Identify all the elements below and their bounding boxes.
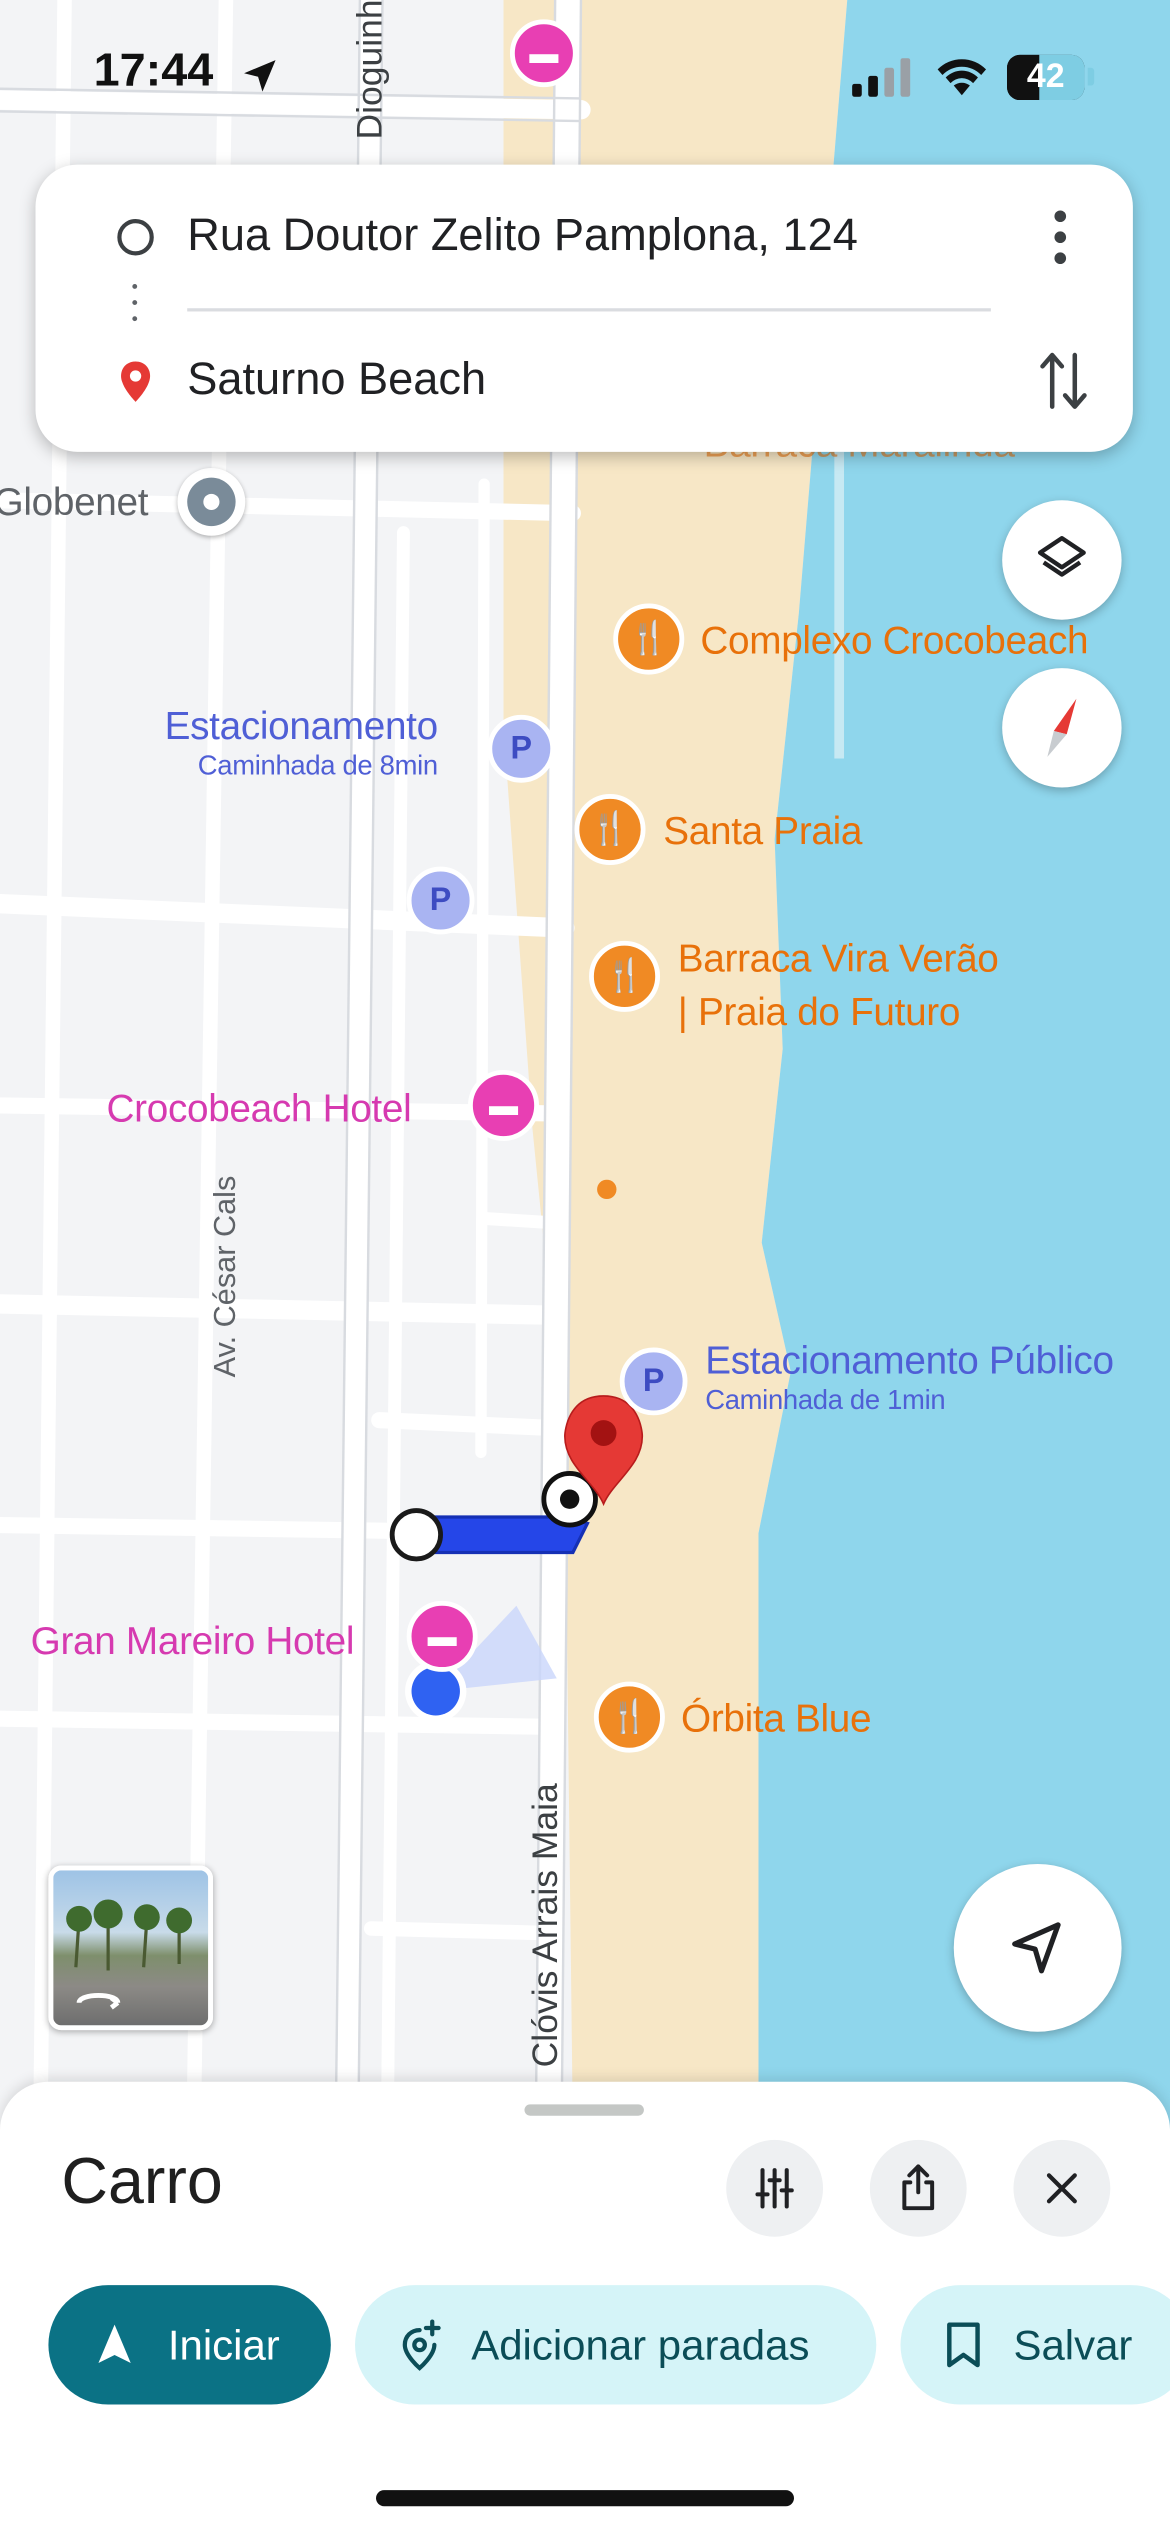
bookmark-icon xyxy=(947,2322,980,2368)
compass-button[interactable] xyxy=(1002,668,1122,788)
place-label-santa-praia[interactable]: Santa Praia xyxy=(663,810,862,855)
place-label-vira-verao[interactable]: Barraca Vira Verão | Praia do Futuro xyxy=(678,933,999,1040)
place-label-estacionamento[interactable]: Estacionamento Caminhada de 8min xyxy=(165,705,439,782)
close-button[interactable] xyxy=(1013,2139,1111,2237)
restaurant-icon[interactable]: 🍴 xyxy=(574,793,646,865)
start-label: Iniciar xyxy=(167,2319,280,2369)
sheet-grabber[interactable] xyxy=(524,2104,644,2116)
place-label-orbita-blue[interactable]: Órbita Blue xyxy=(681,1698,872,1743)
layers-icon xyxy=(1037,536,1086,577)
compass-icon xyxy=(1047,698,1077,757)
share-icon xyxy=(902,2164,935,2211)
parking-icon[interactable]: P xyxy=(487,714,556,783)
route-connector-dots xyxy=(132,284,138,322)
globenet-marker[interactable] xyxy=(177,468,246,536)
cell-signal-icon xyxy=(852,58,911,97)
hotel-icon[interactable]: ▬ xyxy=(468,1069,540,1141)
close-icon xyxy=(1046,2173,1077,2204)
battery-level: 42 xyxy=(1026,58,1065,96)
restaurant-icon[interactable]: 🍴 xyxy=(613,603,685,675)
share-button[interactable] xyxy=(869,2139,967,2237)
add-location-icon xyxy=(402,2319,441,2371)
origin-circle-icon xyxy=(117,218,154,256)
route-card: Rua Doutor Zelito Pamplona, 124 Saturno … xyxy=(35,164,1133,452)
street-view-thumbnail[interactable] xyxy=(48,1865,214,2031)
travel-mode-title: Carro xyxy=(61,2146,223,2218)
battery-tip xyxy=(1087,67,1095,86)
place-label-gran-mareiro[interactable]: Gran Mareiro Hotel xyxy=(31,1620,355,1665)
status-time: 17:44 xyxy=(93,45,214,97)
hotel-icon[interactable]: ▬ xyxy=(406,1600,478,1672)
save-label: Salvar xyxy=(1013,2319,1133,2369)
layers-button[interactable] xyxy=(1002,500,1122,620)
hotel-icon[interactable]: ▬ xyxy=(509,19,578,88)
battery-icon: 42 xyxy=(1007,54,1085,101)
my-location-button[interactable] xyxy=(953,1863,1122,2032)
restaurant-icon[interactable]: 🍴 xyxy=(593,1681,665,1753)
origin-field[interactable]: Rua Doutor Zelito Pamplona, 124 xyxy=(187,210,858,262)
more-vert-icon[interactable] xyxy=(1044,210,1076,265)
street-label-dioguinho: Dioguinh xyxy=(349,0,390,140)
place-label-globenet[interactable]: Globenet xyxy=(0,481,148,526)
parking-icon[interactable]: P xyxy=(619,1347,688,1416)
add-stops-label: Adicionar paradas xyxy=(471,2319,810,2369)
start-button[interactable]: Iniciar xyxy=(48,2285,331,2405)
parking-icon[interactable]: P xyxy=(406,866,475,935)
street-label-av-cesar-cals: Av. César Cals xyxy=(208,1175,243,1378)
place-label-crocobeach-hotel[interactable]: Crocobeach Hotel xyxy=(107,1088,412,1133)
place-label-estacionamento-publico[interactable]: Estacionamento Público Caminhada de 1min xyxy=(705,1339,1114,1416)
location-arrow-icon xyxy=(244,60,276,92)
destination-pin-icon xyxy=(121,361,151,402)
filter-icon xyxy=(755,2168,794,2209)
home-indicator xyxy=(376,2490,794,2507)
restaurant-icon[interactable]: 🍴 xyxy=(589,940,661,1012)
street-label-clovis: Clóvis Arrais Maia xyxy=(524,1783,565,2068)
navigation-icon xyxy=(98,2324,131,2364)
place-label-complexo-crocobeach[interactable]: Complexo Crocobeach xyxy=(700,620,1088,665)
route-options-button[interactable] xyxy=(726,2139,824,2237)
navigation-icon xyxy=(1012,1922,1061,1974)
save-button[interactable]: Salvar xyxy=(900,2285,1170,2405)
divider xyxy=(187,308,991,312)
wifi-icon xyxy=(937,59,987,96)
add-stops-button[interactable]: Adicionar paradas xyxy=(355,2285,877,2405)
destination-field[interactable]: Saturno Beach xyxy=(187,353,486,405)
swap-icon[interactable] xyxy=(1038,349,1090,414)
